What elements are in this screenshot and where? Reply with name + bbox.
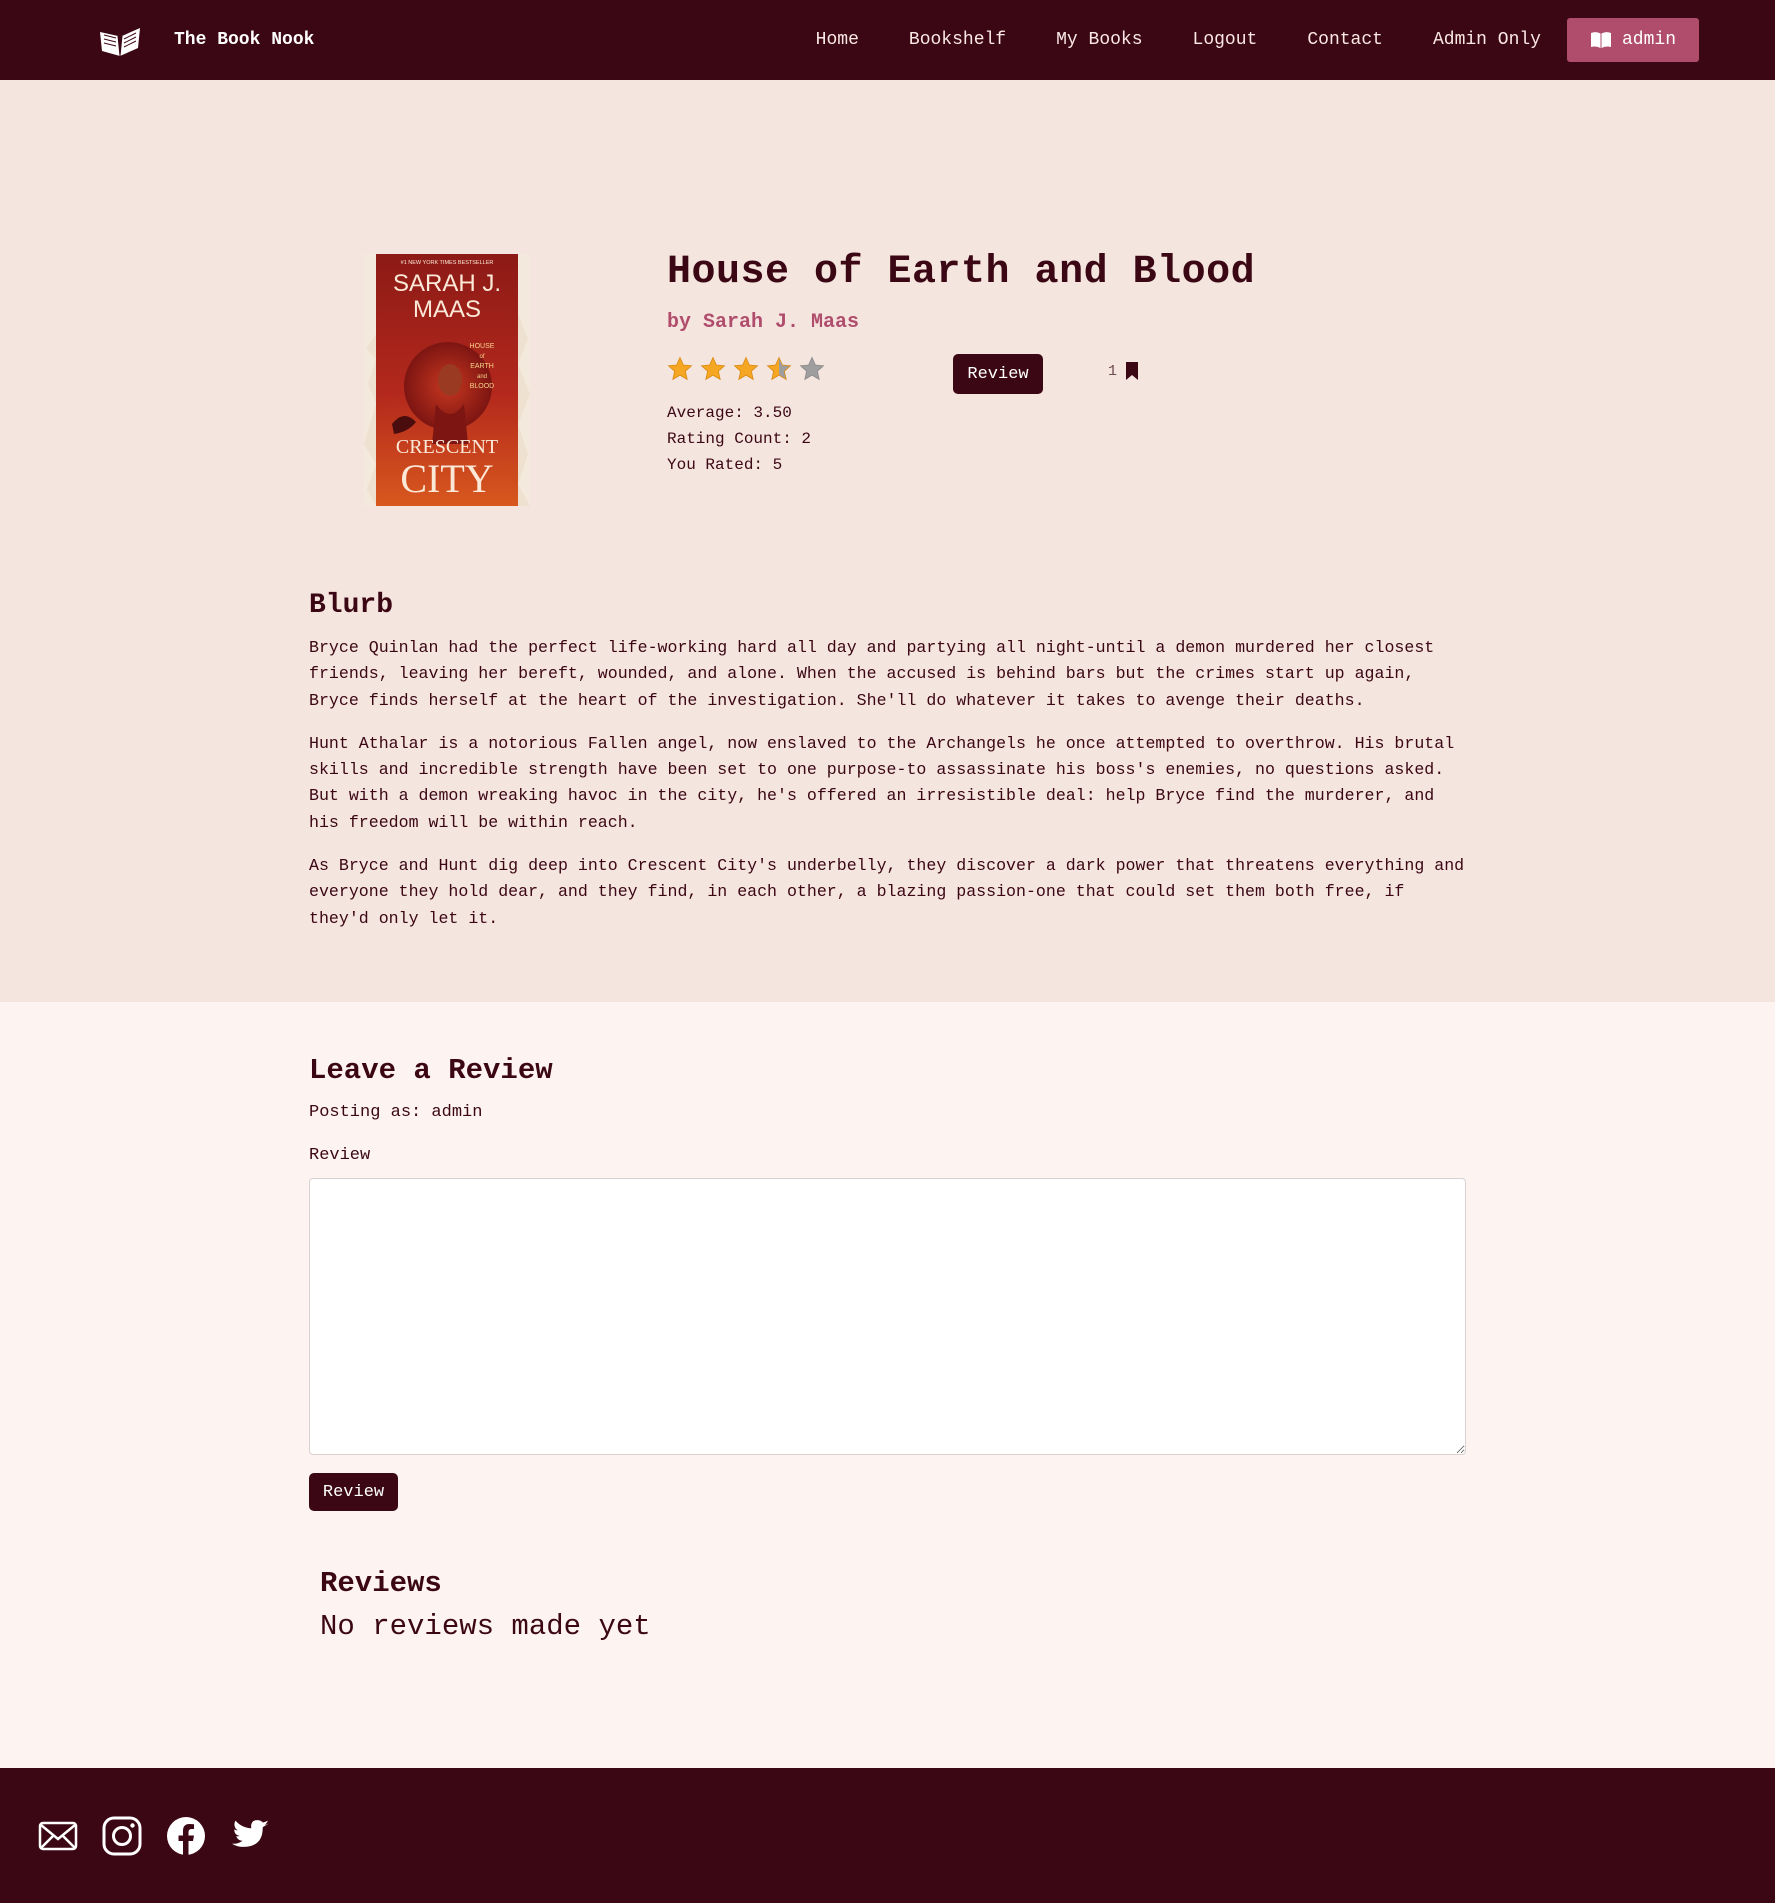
- user-menu-button[interactable]: admin: [1567, 18, 1699, 62]
- svg-text:#1 NEW YORK TIMES BESTSELLER: #1 NEW YORK TIMES BESTSELLER: [401, 260, 494, 266]
- svg-text:HOUSE: HOUSE: [470, 343, 495, 350]
- review-field-label: Review: [309, 1146, 371, 1165]
- bookmark-button[interactable]: 1: [1108, 362, 1139, 380]
- blurb-paragraph: As Bryce and Hunt dig deep into Crescent…: [309, 856, 1465, 928]
- book-info: House of Earth and Blood by Sarah J. Maa…: [667, 250, 1367, 478]
- star-icon[interactable]: [700, 356, 726, 382]
- book-cover[interactable]: #1 NEW YORK TIMES BESTSELLER SARAH J. MA…: [364, 254, 530, 506]
- review-form-heading: Leave a Review: [309, 1054, 553, 1087]
- blurb-paragraph: Bryce Quinlan had the perfect life-worki…: [309, 638, 1435, 710]
- book-icon: [1590, 32, 1611, 48]
- star-icon[interactable]: [766, 356, 792, 382]
- nav-link-contact[interactable]: Contact: [1282, 30, 1408, 50]
- user-name: admin: [1621, 30, 1676, 50]
- review-form: Leave a Review Posting as: admin Review …: [309, 1054, 1467, 1643]
- no-reviews-message: No reviews made yet: [320, 1610, 651, 1643]
- brand[interactable]: The Book Nook: [96, 20, 314, 60]
- facebook-icon[interactable]: [166, 1816, 206, 1856]
- rating-row: Review 1: [667, 354, 1367, 396]
- navbar: The Book Nook Home Bookshelf My Books Lo…: [0, 0, 1775, 80]
- book-cover-image: #1 NEW YORK TIMES BESTSELLER SARAH J. MA…: [364, 254, 530, 506]
- svg-text:and: and: [477, 374, 487, 380]
- star-icon[interactable]: [733, 356, 759, 382]
- svg-text:CITY: CITY: [400, 456, 493, 501]
- svg-text:SARAH J.: SARAH J.: [393, 270, 501, 297]
- blurb-heading: Blurb: [309, 590, 394, 621]
- svg-text:BLOOD: BLOOD: [470, 383, 495, 390]
- nav-link-admin-only[interactable]: Admin Only: [1408, 30, 1566, 50]
- svg-text:CRESCENT: CRESCENT: [396, 436, 498, 458]
- user-rating: You Rated: 5: [667, 456, 783, 474]
- reviews-heading: Reviews: [320, 1567, 442, 1600]
- book-author: by Sarah J. Maas: [667, 311, 860, 334]
- footer: [0, 1768, 1775, 1903]
- review-section: Leave a Review Posting as: admin Review …: [0, 1002, 1775, 1768]
- twitter-icon[interactable]: [230, 1819, 270, 1853]
- blurb-paragraph: Hunt Athalar is a notorious Fallen angel…: [309, 733, 1455, 832]
- nav-link-home[interactable]: Home: [791, 30, 884, 50]
- rating-stats: Average: 3.50 Rating Count: 2 You Rated:…: [667, 400, 1367, 478]
- mail-icon[interactable]: [38, 1821, 78, 1851]
- star-rating[interactable]: [667, 356, 832, 382]
- reviews-list: Reviews No reviews made yet: [320, 1567, 1467, 1643]
- posting-as: Posting as: admin: [309, 1103, 483, 1122]
- bookmark-count: 1: [1108, 362, 1118, 380]
- brand-name: The Book Nook: [174, 30, 315, 50]
- open-book-logo-icon: [100, 28, 140, 57]
- book-title: House of Earth and Blood: [667, 250, 1256, 295]
- nav-link-my-books[interactable]: My Books: [1031, 30, 1167, 50]
- bookmark-icon: [1126, 362, 1139, 380]
- review-textarea[interactable]: [309, 1178, 1466, 1455]
- review-button[interactable]: Review: [953, 354, 1043, 394]
- instagram-icon[interactable]: [102, 1816, 142, 1856]
- book-section: #1 NEW YORK TIMES BESTSELLER SARAH J. MA…: [0, 80, 1775, 1002]
- rating-average: Average: 3.50: [667, 404, 792, 422]
- nav-links: Home Bookshelf My Books Logout Contact A…: [791, 18, 1699, 62]
- svg-text:of: of: [479, 354, 484, 360]
- rating-count: Rating Count: 2: [667, 430, 812, 448]
- star-icon[interactable]: [799, 356, 825, 382]
- nav-link-bookshelf[interactable]: Bookshelf: [884, 30, 1031, 50]
- svg-text:EARTH: EARTH: [470, 363, 494, 370]
- nav-link-logout[interactable]: Logout: [1168, 30, 1283, 50]
- blurb-section: Blurb Bryce Quinlan had the perfect life…: [309, 590, 1469, 949]
- submit-review-button[interactable]: Review: [309, 1473, 398, 1511]
- svg-text:MAAS: MAAS: [413, 296, 481, 323]
- star-icon[interactable]: [667, 356, 693, 382]
